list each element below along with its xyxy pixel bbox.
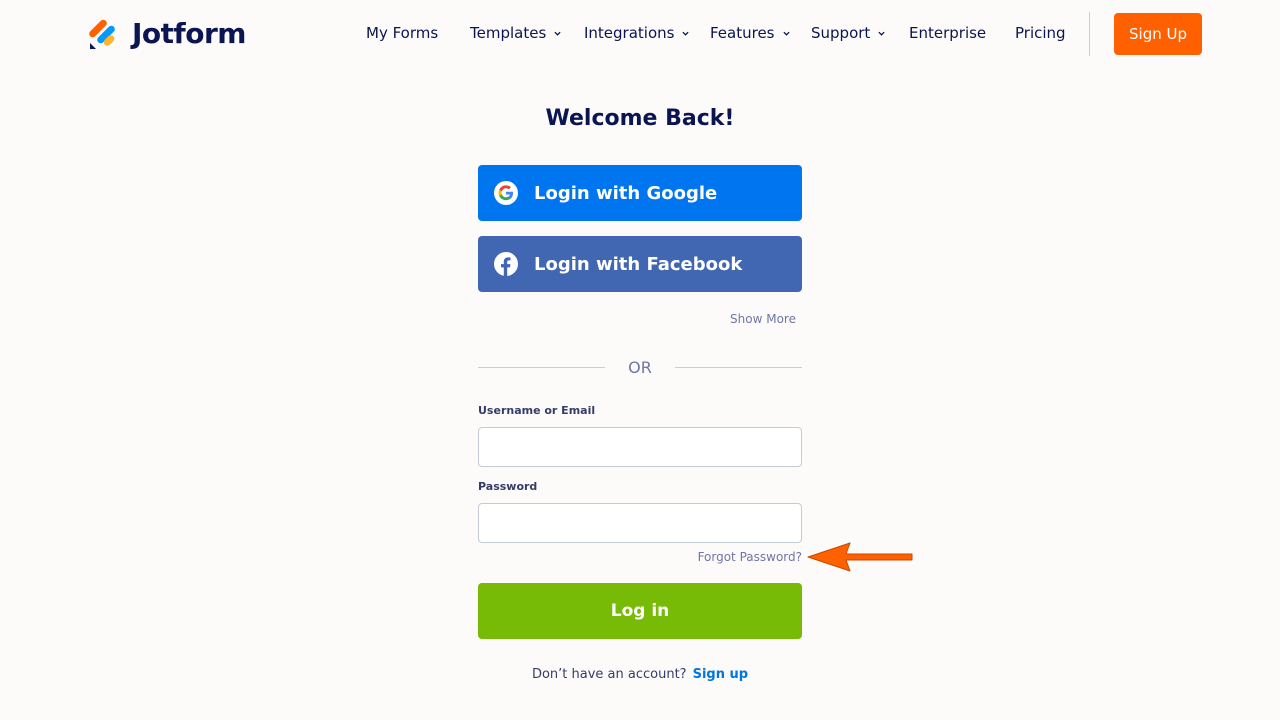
or-divider-text: OR (628, 358, 652, 377)
signup-prompt: Don’t have an account? Sign up (478, 667, 802, 682)
login-with-google-button[interactable]: Login with Google (478, 165, 802, 221)
chevron-down-icon (554, 31, 561, 36)
nav-item-templates[interactable]: Templates (470, 24, 561, 42)
nav-item-label: My Forms (366, 24, 439, 42)
page-title: Welcome Back! (545, 106, 735, 131)
jotform-logo[interactable]: Jotform (89, 17, 246, 50)
login-with-facebook-button[interactable]: Login with Facebook (478, 236, 802, 292)
show-more-link[interactable]: Show More (478, 312, 796, 326)
nav-item-my-forms[interactable]: My Forms (366, 24, 438, 42)
nav-item-pricing[interactable]: Pricing (1015, 24, 1066, 42)
nav-item-label: Templates (470, 24, 547, 42)
brand-name: Jotform (132, 17, 246, 50)
nav-item-label: Pricing (1015, 24, 1066, 42)
header-signup-button[interactable]: Sign Up (1114, 13, 1202, 55)
facebook-icon (494, 252, 518, 276)
nav-item-features[interactable]: Features (710, 24, 790, 42)
forgot-password-link[interactable]: Forgot Password? (478, 550, 802, 564)
username-input[interactable] (478, 427, 802, 467)
username-label: Username or Email (478, 404, 596, 417)
chevron-down-icon (782, 31, 790, 36)
nav-item-label: Features (710, 24, 775, 42)
divider-line-right (675, 367, 802, 368)
nav-item-label: Integrations (584, 24, 675, 42)
nav-item-label: Enterprise (909, 24, 987, 42)
password-input[interactable] (478, 503, 802, 543)
password-label: Password (478, 480, 538, 493)
facebook-button-label: Login with Facebook (534, 253, 743, 275)
google-icon (494, 181, 518, 205)
jotform-logo-icon (89, 19, 115, 49)
nav-item-integrations[interactable]: Integrations (584, 24, 690, 42)
signup-link[interactable]: Sign up (693, 667, 748, 682)
login-submit-button[interactable]: Log in (478, 583, 802, 639)
nav-item-label: Support (811, 24, 871, 42)
nav-item-support[interactable]: Support (811, 24, 885, 42)
chevron-down-icon (682, 31, 690, 36)
nav-divider (1089, 12, 1090, 56)
google-button-label: Login with Google (534, 182, 718, 204)
divider-line-left (478, 367, 605, 368)
no-account-text: Don’t have an account? (531, 667, 687, 682)
annotation-arrow-icon (807, 542, 913, 572)
nav-item-enterprise[interactable]: Enterprise (909, 24, 986, 42)
chevron-down-icon (878, 31, 885, 36)
